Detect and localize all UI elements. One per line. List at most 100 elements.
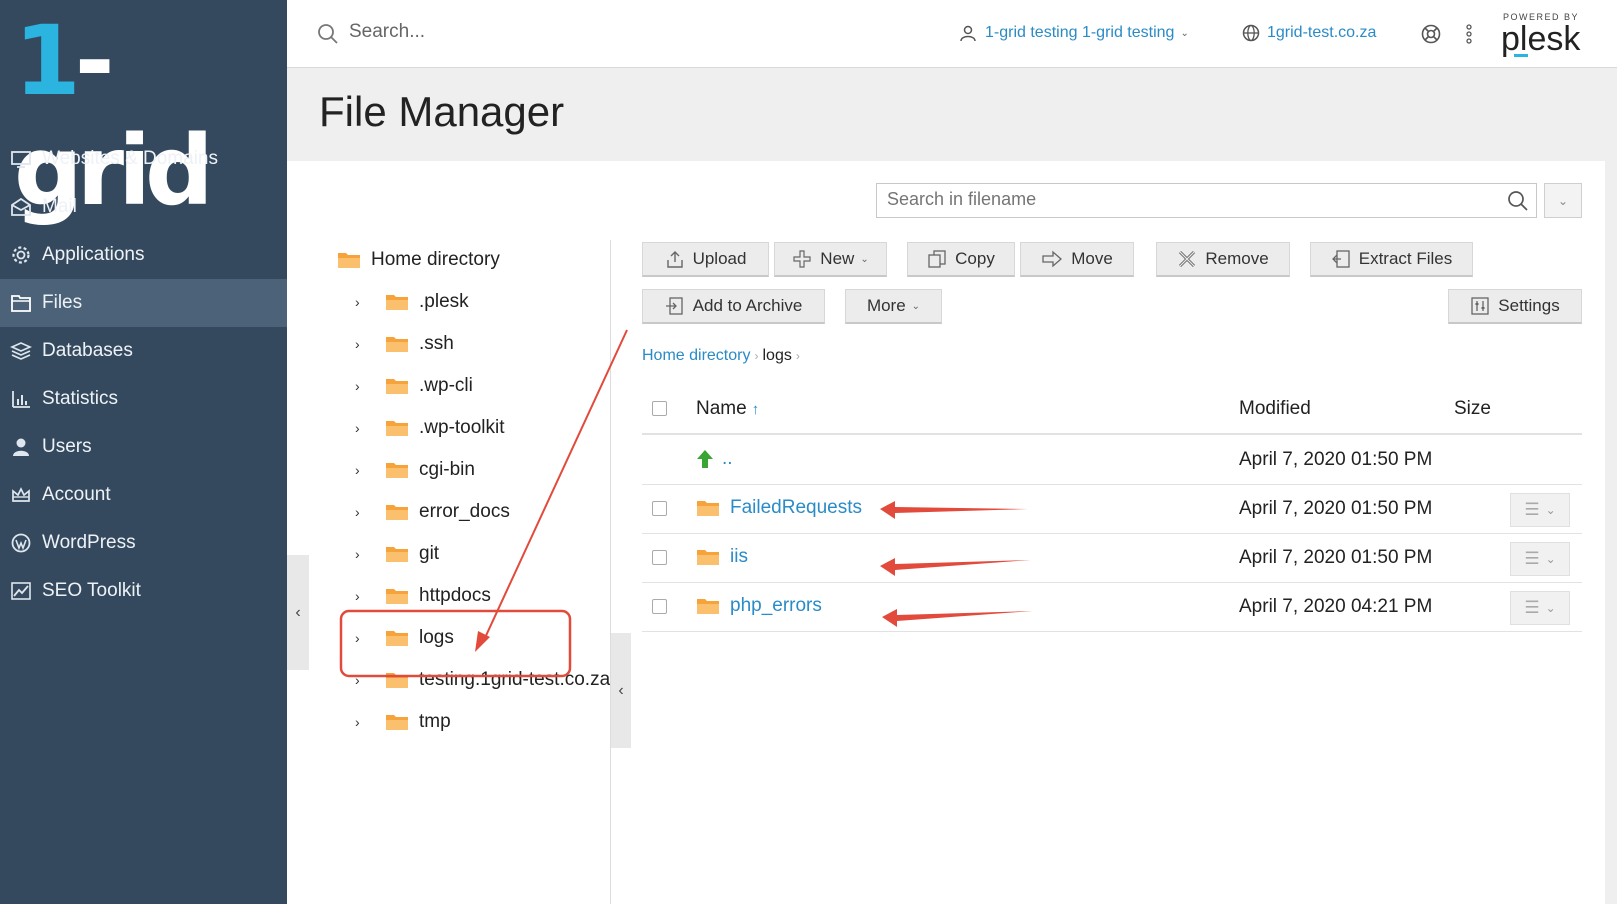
upload-button-label: Upload [692, 249, 747, 268]
chevron-right-icon[interactable]: › [355, 378, 373, 394]
extract-files-button[interactable]: Extract Files [1310, 242, 1473, 277]
new-button[interactable]: New ⌄ [774, 242, 887, 277]
size-column-header[interactable]: Size [1454, 398, 1491, 420]
table-row[interactable]: iis April 7, 2020 01:50 PM ☰ ⌄ [642, 534, 1582, 583]
chevron-right-icon[interactable]: › [355, 588, 373, 604]
help-lifebuoy-icon[interactable] [1420, 23, 1442, 45]
sidebar-item-label: WordPress [42, 532, 136, 553]
tree-item[interactable]: › .ssh [355, 324, 645, 364]
row-actions-menu[interactable]: ☰ ⌄ [1510, 542, 1570, 576]
chevron-right-icon[interactable]: › [355, 294, 373, 310]
file-name-link[interactable]: iis [696, 546, 748, 568]
tree-item[interactable]: › error_docs [355, 492, 645, 532]
chevron-left-icon: ‹ [618, 681, 624, 699]
file-name-link[interactable]: FailedRequests [696, 497, 862, 519]
table-row-parent[interactable]: .. April 7, 2020 01:50 PM [642, 436, 1582, 485]
sidebar-item-seo-toolkit[interactable]: SEO Toolkit [0, 567, 287, 615]
copy-button[interactable]: Copy [907, 242, 1015, 277]
sidebar-item-mail[interactable]: Mail [0, 183, 287, 231]
pane-divider[interactable] [610, 240, 611, 904]
tree-item[interactable]: › .plesk [355, 282, 645, 322]
select-all-checkbox[interactable] [652, 401, 667, 416]
sidebar-item-applications[interactable]: Applications [0, 231, 287, 279]
tree-item[interactable]: › tmp [355, 702, 645, 742]
sidebar-item-label: Websites & Domains [42, 148, 218, 169]
tree-item[interactable]: › .wp-cli [355, 366, 645, 406]
sidebar-item-statistics[interactable]: Statistics [0, 375, 287, 423]
tree-root-home[interactable]: Home directory [337, 240, 597, 280]
row-actions-menu[interactable]: ☰ ⌄ [1510, 493, 1570, 527]
row-checkbox[interactable] [652, 501, 667, 516]
chevron-right-icon[interactable]: › [355, 672, 373, 688]
breadcrumb-home-link[interactable]: Home directory [642, 347, 750, 365]
sidebar-item-users[interactable]: Users [0, 423, 287, 471]
copy-button-label: Copy [955, 249, 995, 268]
row-checkbox[interactable] [652, 599, 667, 614]
tree-item-selected[interactable]: › logs [355, 618, 645, 658]
chevron-down-icon: ⌄ [860, 253, 869, 265]
move-button[interactable]: Move [1020, 242, 1134, 277]
kebab-menu-icon[interactable] [1464, 23, 1474, 45]
more-button[interactable]: More ⌄ [845, 289, 942, 324]
parent-directory-link[interactable]: .. [696, 448, 733, 470]
tree-item[interactable]: › testing.1grid-test.co.za [355, 660, 645, 700]
row-actions-menu[interactable]: ☰ ⌄ [1510, 591, 1570, 625]
brand-logo[interactable]: 1-grid [14, 6, 274, 226]
tree-item[interactable]: › .wp-toolkit [355, 408, 645, 448]
move-button-label: Move [1071, 249, 1113, 268]
tree-item[interactable]: › httpdocs [355, 576, 645, 616]
add-to-archive-button[interactable]: Add to Archive [642, 289, 825, 324]
chevron-down-icon: ⌄ [1545, 601, 1556, 615]
chevron-right-icon[interactable]: › [355, 714, 373, 730]
remove-button[interactable]: Remove [1156, 242, 1290, 277]
chevron-right-icon[interactable]: › [355, 462, 373, 478]
folder-icon [386, 631, 408, 646]
plesk-logo[interactable]: plesk [1501, 20, 1580, 59]
global-search-input[interactable]: Search... [349, 21, 425, 43]
tree-item[interactable]: › git [355, 534, 645, 574]
table-row[interactable]: php_errors April 7, 2020 04:21 PM ☰ ⌄ [642, 583, 1582, 632]
folder-icon [386, 589, 408, 604]
sidebar-item-wordpress[interactable]: WordPress [0, 519, 287, 567]
tree-item[interactable]: › cgi-bin [355, 450, 645, 490]
filename-search-input[interactable] [877, 184, 1497, 215]
file-name-link[interactable]: php_errors [696, 595, 822, 617]
folder-icon [386, 673, 408, 688]
modified-column-header[interactable]: Modified [1239, 398, 1311, 420]
domain-menu[interactable]: 1grid-test.co.za [1242, 24, 1376, 42]
sidebar-item-websites-domains[interactable]: Websites & Domains [0, 135, 287, 183]
page-header: File Manager [287, 68, 1617, 161]
copy-icon [928, 250, 946, 268]
new-button-label: New [820, 249, 855, 268]
topbar: Search... 1-grid testing 1-grid testing … [287, 0, 1617, 68]
search-icon[interactable] [1506, 189, 1530, 213]
chevron-right-icon[interactable]: › [355, 420, 373, 436]
chevron-down-icon: ⌄ [911, 300, 921, 312]
chevron-right-icon[interactable]: › [355, 336, 373, 352]
settings-button-label: Settings [1498, 296, 1560, 315]
file-name-label: php_errors [730, 595, 822, 616]
row-checkbox[interactable] [652, 550, 667, 565]
tree-collapse-button[interactable]: ‹ [611, 633, 631, 748]
mail-icon [11, 197, 31, 216]
user-menu[interactable]: 1-grid testing 1-grid testing ⌄ [959, 24, 1189, 42]
filename-search-box [876, 183, 1537, 218]
sidebar-item-databases[interactable]: Databases [0, 327, 287, 375]
sidebar-item-account[interactable]: Account [0, 471, 287, 519]
tree-label: httpdocs [419, 585, 491, 606]
chevron-right-icon[interactable]: › [355, 630, 373, 646]
settings-button[interactable]: Settings [1448, 289, 1582, 324]
chevron-right-icon[interactable]: › [355, 504, 373, 520]
add-to-archive-button-label: Add to Archive [692, 296, 803, 315]
search-options-dropdown[interactable]: ⌄ [1544, 183, 1582, 218]
upload-button[interactable]: Upload [642, 242, 769, 277]
sidebar-collapse-button[interactable]: ‹ [287, 555, 309, 670]
sidebar-item-files[interactable]: Files [0, 279, 287, 327]
folder-icon [11, 295, 31, 312]
chevron-down-icon: ⌄ [1557, 193, 1569, 208]
table-row[interactable]: FailedRequests April 7, 2020 01:50 PM ☰ ⌄ [642, 485, 1582, 534]
more-button-label: More [866, 296, 906, 315]
sort-ascending-icon: ↑ [751, 400, 760, 418]
chevron-right-icon[interactable]: › [355, 546, 373, 562]
name-column-header[interactable]: Name ↑ [696, 398, 759, 420]
